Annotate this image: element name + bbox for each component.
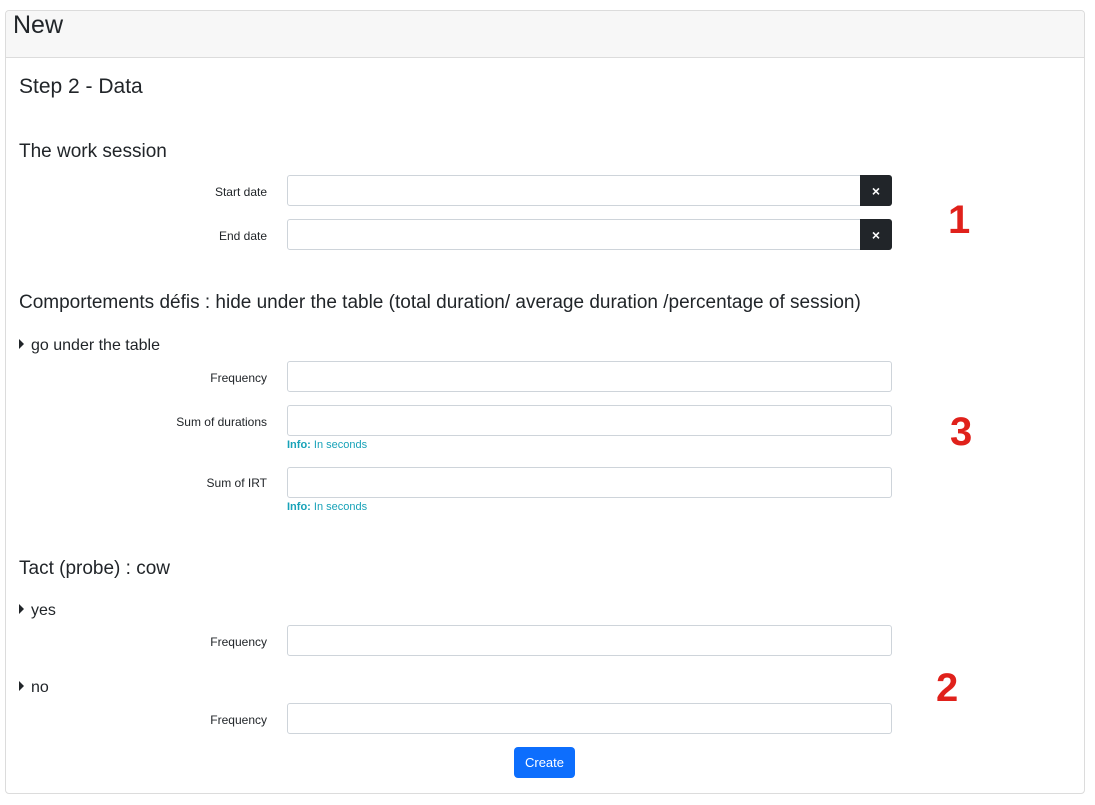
behavior-frequency-input[interactable]	[287, 361, 892, 392]
close-icon: ×	[871, 226, 881, 243]
tact-title: Tact (probe) : cow	[19, 558, 170, 579]
sum-irt-label: Sum of IRT	[206, 476, 267, 490]
close-icon: ×	[871, 182, 881, 199]
form-card	[5, 10, 1085, 794]
irt-help-text: Info: In seconds	[287, 500, 367, 514]
frequency-label: Frequency	[210, 371, 267, 385]
annotation-marker-2: 2	[936, 666, 959, 710]
group-label: yes	[31, 602, 56, 619]
start-date-clear-button[interactable]: ×	[860, 175, 892, 206]
caret-right-icon	[19, 681, 24, 691]
annotation-marker-1: 1	[948, 198, 971, 242]
start-date-input[interactable]	[287, 175, 861, 206]
group-label: no	[31, 679, 49, 696]
durations-help-text: Info: In seconds	[287, 438, 367, 452]
behaviors-title: Comportements défis : hide under the tab…	[19, 292, 861, 313]
sum-irt-input[interactable]	[287, 467, 892, 498]
group-go-under-table[interactable]: go under the table	[19, 336, 160, 356]
step-title: Step 2 - Data	[19, 75, 143, 98]
create-button[interactable]: Create	[514, 747, 575, 778]
no-frequency-label: Frequency	[210, 713, 267, 727]
group-label: go under the table	[31, 337, 160, 354]
group-yes[interactable]: yes	[19, 601, 56, 621]
no-frequency-input[interactable]	[287, 703, 892, 734]
end-date-label: End date	[218, 229, 267, 243]
card-header	[6, 11, 1084, 58]
caret-right-icon	[19, 604, 24, 614]
caret-right-icon	[19, 339, 24, 349]
work-session-title: The work session	[19, 141, 167, 162]
info-prefix: Info:	[287, 501, 311, 513]
sum-durations-input[interactable]	[287, 405, 892, 436]
annotation-marker-3: 3	[950, 410, 973, 454]
info-prefix: Info:	[287, 439, 311, 451]
info-text: In seconds	[313, 439, 368, 451]
yes-frequency-label: Frequency	[210, 635, 267, 649]
info-text: In seconds	[313, 501, 368, 513]
sum-durations-label: Sum of durations	[176, 415, 267, 429]
end-date-clear-button[interactable]: ×	[860, 219, 892, 250]
start-date-label: Start date	[214, 185, 267, 199]
page-title: New	[13, 11, 64, 39]
end-date-input[interactable]	[287, 219, 861, 250]
yes-frequency-input[interactable]	[287, 625, 892, 656]
group-no[interactable]: no	[19, 678, 49, 698]
